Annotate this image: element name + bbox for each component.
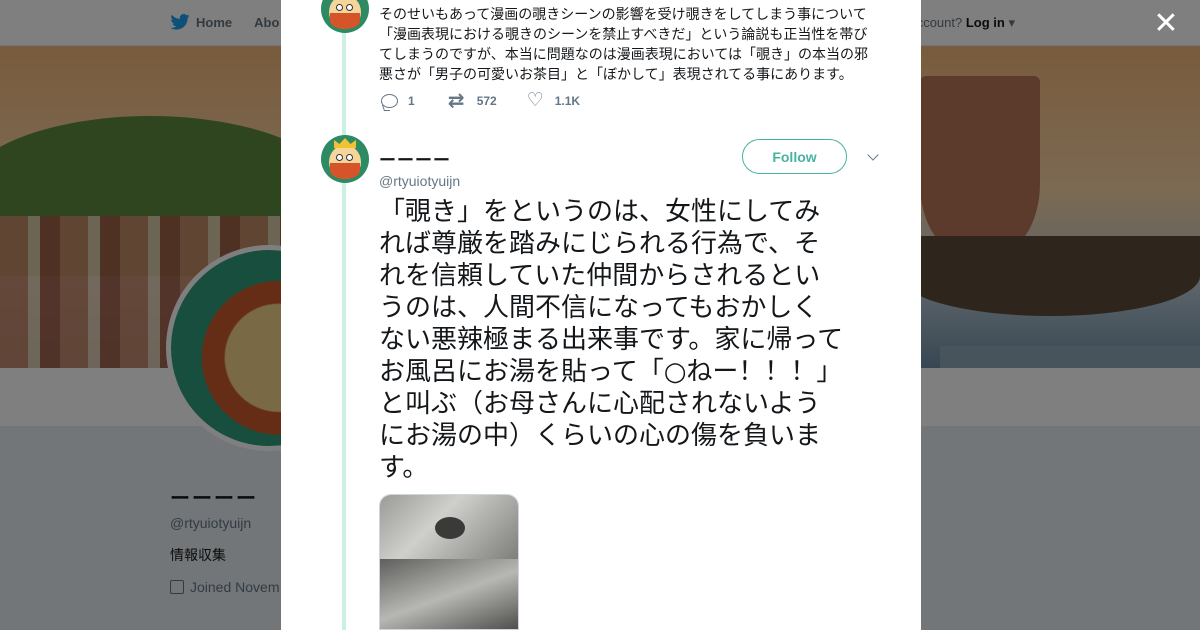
avatar-eye: [346, 154, 353, 161]
tweet-text-line: れを信頼していた仲間からされるとい: [379, 261, 821, 291]
tweet-text-line: れば尊厳を踏みにじられる行為で、そ: [379, 229, 820, 259]
tweet-media-image[interactable]: [379, 494, 519, 630]
avatar-beard: [330, 13, 360, 29]
tweet-text-line: 「覗き」をというのは、女性にしてみ: [379, 197, 821, 227]
prev-tweet-actions: 1 572 1.1K: [381, 88, 581, 112]
thread-connector-line: [342, 30, 346, 630]
tweet-author-avatar[interactable]: [321, 135, 369, 183]
avatar-eye: [336, 4, 343, 11]
close-icon[interactable]: ✕: [1152, 9, 1180, 39]
crown-icon: [334, 138, 356, 148]
prev-tweet-avatar[interactable]: [321, 0, 369, 33]
reply-icon: [381, 94, 398, 108]
tweet-text-line: す。: [379, 453, 429, 483]
prev-tweet-line: そのせいもあって漫画の覗きシーンの影響を受け覗きをしてしまう事について: [379, 6, 867, 22]
tweet-text-line: ない悪辣極まる出来事です。家に帰って: [379, 325, 844, 355]
prev-tweet-line: てしまうのですが、本当に問題なのは漫画表現においては「覗き」の本当の邪: [379, 46, 869, 62]
prev-tweet-line: 悪さが「男子の可愛いお茶目」と「ぼかして」表現されてる事にあります。: [379, 66, 853, 82]
tweet-permalink-modal: そのせいもあって漫画の覗きシーンの影響を受け覗きをしてしまう事について 「漫画表…: [281, 0, 921, 630]
tweet-author-name: ーーーー: [379, 151, 451, 170]
tweet-text: 「覗き」をというのは、女性にしてみ れば尊厳を踏みにじられる行為で、そ れを信頼…: [379, 196, 881, 484]
avatar-eye: [336, 154, 343, 161]
tweet-text-line: と叫ぶ（お母さんに心配されないよう: [379, 389, 821, 419]
prev-tweet-text: そのせいもあって漫画の覗きシーンの影響を受け覗きをしてしまう事について 「漫画表…: [379, 4, 879, 84]
tweet-text-line: うのは、人間不信になってもおかしく: [379, 293, 819, 323]
like-button[interactable]: 1.1K: [527, 89, 581, 111]
retweet-button[interactable]: 572: [448, 88, 497, 112]
avatar-eye: [346, 4, 353, 11]
heart-icon: [527, 89, 545, 111]
tweet-text-line: お風呂にお湯を貼って「○ねー！！！」: [379, 357, 843, 387]
reply-button[interactable]: 1: [381, 93, 415, 109]
tweet-author[interactable]: ーーーー @rtyuiotyuijn: [379, 146, 460, 189]
media-photo-bathtub: [380, 495, 518, 559]
follow-button[interactable]: Follow: [742, 139, 847, 174]
chevron-down-icon[interactable]: [866, 148, 880, 162]
avatar-beard: [330, 163, 360, 179]
retweet-count: 572: [476, 94, 497, 108]
media-photo-second: [380, 559, 518, 629]
tweet-author-handle: @rtyuiotyuijn: [379, 173, 461, 189]
tweet-text-line: にお湯の中）くらいの心の傷を負いま: [379, 421, 822, 451]
retweet-icon: [448, 88, 467, 112]
reply-count: 1: [408, 94, 415, 108]
prev-tweet-line: 「漫画表現における覗きのシーンを禁止すべきだ」という論説も正当性を帯び: [379, 26, 868, 42]
like-count: 1.1K: [554, 94, 581, 108]
